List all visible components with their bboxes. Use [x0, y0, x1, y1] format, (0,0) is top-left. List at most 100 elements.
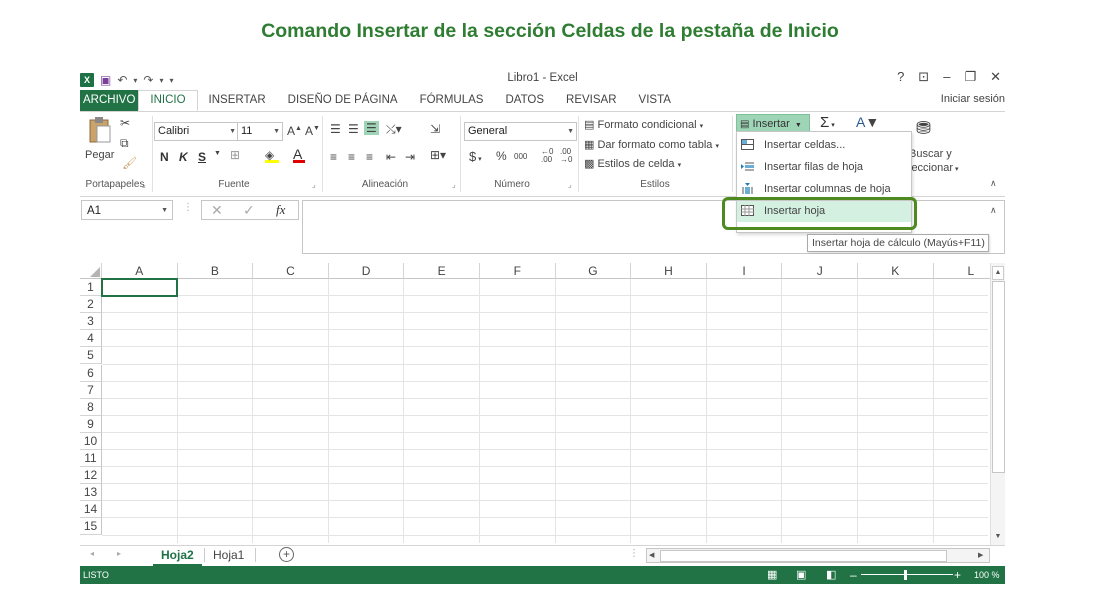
- tab-vista[interactable]: VISTA: [628, 90, 682, 111]
- align-left-icon[interactable]: ≡: [330, 150, 337, 164]
- align-top-icon[interactable]: ☰: [330, 122, 341, 136]
- orientation-icon[interactable]: ⤯▾: [386, 122, 402, 137]
- tab-datos[interactable]: DATOS: [494, 90, 555, 111]
- row-header[interactable]: 4: [80, 330, 102, 348]
- zoom-level[interactable]: 100 %: [974, 566, 1000, 584]
- find-select-label-2[interactable]: leccionar ▾: [909, 162, 959, 174]
- ribbon-display-options-icon[interactable]: ⊡: [918, 69, 929, 85]
- menu-item-insert-rows[interactable]: Insertar filas de hoja: [737, 156, 911, 178]
- align-middle-icon[interactable]: ☰: [348, 122, 359, 136]
- tab-split-grip-icon[interactable]: ⋮: [629, 548, 639, 559]
- increase-indent-icon[interactable]: ⇥: [405, 150, 415, 164]
- paste-icon[interactable]: [88, 116, 112, 144]
- autosum-button[interactable]: Σ ▾: [820, 114, 835, 131]
- zoom-slider[interactable]: [861, 574, 953, 575]
- underline-button[interactable]: S: [198, 150, 206, 164]
- zoom-slider-thumb[interactable]: [904, 570, 907, 580]
- number-format-select[interactable]: General ▼: [464, 122, 577, 141]
- insert-function-icon[interactable]: fx: [276, 202, 285, 218]
- font-color-icon[interactable]: A: [293, 146, 305, 163]
- scroll-left-icon[interactable]: ◀: [649, 549, 654, 562]
- sheet-tab-hoja1[interactable]: Hoja1: [205, 546, 252, 564]
- column-header[interactable]: J: [782, 263, 858, 279]
- row-header[interactable]: 5: [80, 347, 102, 365]
- horizontal-scrollbar[interactable]: ◀ ▶: [646, 548, 990, 563]
- page-layout-view-icon[interactable]: ▣: [796, 566, 806, 584]
- align-right-icon[interactable]: ≡: [366, 150, 373, 164]
- new-sheet-button[interactable]: +: [279, 547, 294, 562]
- sheet-tab-hoja2[interactable]: Hoja2: [153, 546, 202, 566]
- sort-filter-icon[interactable]: A▼: [856, 114, 879, 130]
- column-header[interactable]: I: [706, 263, 783, 279]
- format-as-table-button[interactable]: ▦ Dar formato como tabla ▾: [584, 138, 719, 151]
- help-button[interactable]: ?: [897, 69, 904, 85]
- row-header[interactable]: 1: [80, 279, 102, 296]
- column-header[interactable]: K: [858, 263, 934, 279]
- number-launcher-icon[interactable]: ⌟: [568, 180, 572, 189]
- page-break-view-icon[interactable]: ◧: [826, 566, 836, 584]
- name-box[interactable]: A1 ▼: [81, 200, 173, 220]
- column-header[interactable]: A: [102, 263, 178, 279]
- column-header[interactable]: E: [404, 263, 480, 279]
- scroll-sheets-left-icon[interactable]: ◂: [90, 549, 94, 558]
- decrease-decimal-icon[interactable]: .00 →0: [560, 148, 572, 164]
- row-header[interactable]: 8: [80, 398, 102, 416]
- collapse-ribbon-icon[interactable]: ∧: [990, 178, 997, 189]
- row-header[interactable]: 7: [80, 381, 102, 399]
- tab-insertar[interactable]: INSERTAR: [198, 90, 277, 111]
- thousands-button[interactable]: 000: [514, 152, 527, 161]
- scroll-up-icon[interactable]: ▲: [992, 266, 1004, 280]
- tab-revisar[interactable]: REVISAR: [555, 90, 628, 111]
- zoom-out-button[interactable]: –: [850, 566, 857, 584]
- scroll-sheets-right-icon[interactable]: ▸: [117, 549, 121, 558]
- horizontal-scroll-thumb[interactable]: [660, 550, 947, 562]
- merge-center-icon[interactable]: ⊞▾: [430, 148, 446, 162]
- clipboard-launcher-icon[interactable]: ⌟: [142, 180, 146, 189]
- font-name-select[interactable]: Calibri ▼: [154, 122, 239, 141]
- select-all-corner[interactable]: [80, 263, 102, 279]
- row-header[interactable]: 13: [80, 484, 102, 502]
- fill-color-icon[interactable]: ◈: [265, 148, 279, 163]
- maximize-button[interactable]: ❐: [964, 69, 976, 85]
- cancel-icon[interactable]: ✕: [211, 202, 223, 219]
- tab-archivo[interactable]: ARCHIVO: [80, 90, 139, 111]
- sign-in-link[interactable]: Iniciar sesión: [941, 93, 1005, 105]
- row-header[interactable]: 3: [80, 313, 102, 331]
- conditional-format-button[interactable]: ▤ Formato condicional ▾: [584, 118, 703, 131]
- cell-styles-button[interactable]: ▩ Estilos de celda ▾: [584, 157, 681, 170]
- row-header[interactable]: 15: [80, 518, 102, 536]
- copy-icon[interactable]: ⧉: [120, 136, 129, 151]
- find-select-label[interactable]: Buscar y: [909, 148, 952, 160]
- menu-item-insert-cells[interactable]: Insertar celdas...: [737, 134, 911, 156]
- wrap-text-icon[interactable]: ⇲: [430, 122, 440, 136]
- vertical-scrollbar[interactable]: ▲ ▼: [990, 263, 1005, 545]
- scroll-thumb[interactable]: [992, 281, 1005, 473]
- borders-icon[interactable]: ⊞: [230, 148, 240, 162]
- cut-icon[interactable]: ✂: [120, 116, 130, 130]
- shrink-font-icon[interactable]: A▼: [305, 124, 320, 138]
- scroll-right-icon[interactable]: ▶: [978, 549, 983, 562]
- decrease-indent-icon[interactable]: ⇤: [386, 150, 396, 164]
- row-header[interactable]: 14: [80, 501, 102, 519]
- column-header[interactable]: C: [253, 263, 329, 279]
- column-header[interactable]: B: [177, 263, 254, 279]
- percent-button[interactable]: %: [496, 149, 507, 163]
- bold-button[interactable]: N: [160, 150, 169, 164]
- minimize-button[interactable]: –: [943, 69, 950, 85]
- close-button[interactable]: ✕: [990, 69, 1001, 85]
- row-header[interactable]: 9: [80, 415, 102, 433]
- row-header[interactable]: 6: [80, 364, 102, 382]
- currency-button[interactable]: $ ▾: [469, 149, 482, 164]
- font-launcher-icon[interactable]: ⌟: [312, 180, 316, 189]
- tab-diseno-pagina[interactable]: DISEÑO DE PÁGINA: [277, 90, 409, 111]
- format-painter-icon[interactable]: 🖌: [122, 156, 137, 170]
- worksheet-grid[interactable]: A B C D E F G H I J K L 1 2 3 4 5 6 7 8 9 10 11 12 13 14 15: [80, 263, 1005, 543]
- font-size-select[interactable]: 11 ▼: [237, 122, 283, 141]
- active-cell[interactable]: [101, 278, 178, 298]
- underline-dropdown-icon[interactable]: ▼: [214, 150, 221, 157]
- increase-decimal-icon[interactable]: ←0.00: [541, 148, 553, 164]
- tab-inicio[interactable]: INICIO: [138, 90, 198, 111]
- row-header[interactable]: 2: [80, 296, 102, 314]
- paste-button[interactable]: Pegar: [85, 149, 114, 161]
- column-header[interactable]: G: [555, 263, 632, 279]
